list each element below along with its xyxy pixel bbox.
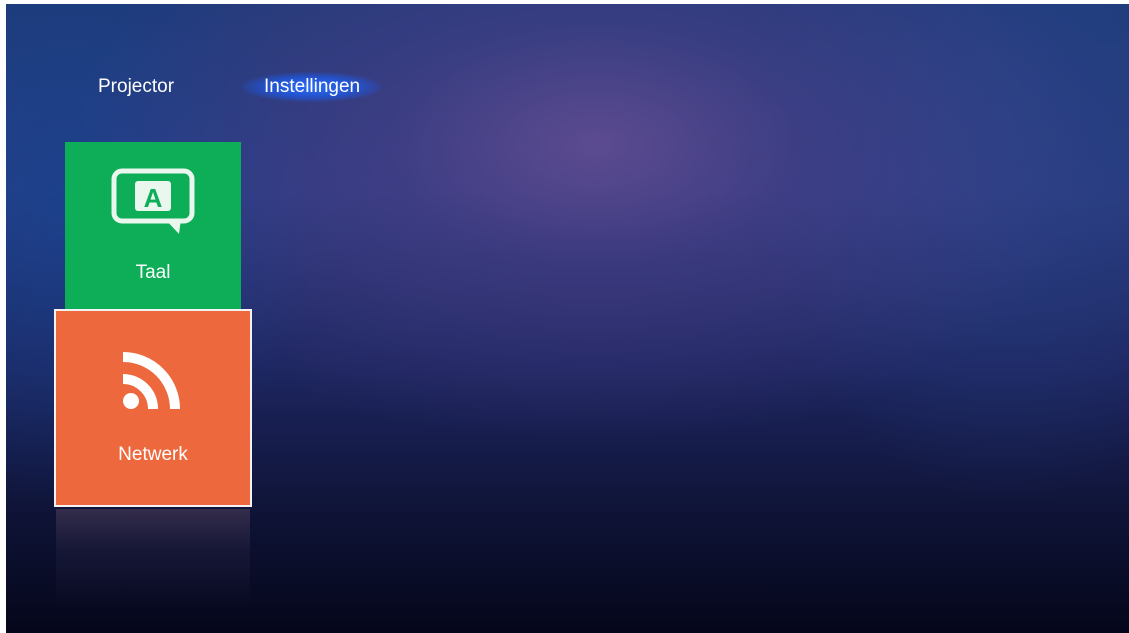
tab-instellingen[interactable]: Instellingen — [242, 72, 383, 102]
language-icon: A — [111, 168, 195, 234]
network-icon — [122, 352, 180, 410]
top-navigation: Projector Instellingen — [6, 4, 1129, 124]
network-tile[interactable]: Netwerk — [54, 309, 252, 507]
language-tile-label: Taal — [135, 262, 171, 283]
network-tile-label: Netwerk — [118, 444, 188, 465]
projector-settings-screen: Projector Instellingen A Taal Netwerk — [6, 4, 1129, 633]
language-tile[interactable]: A Taal — [65, 142, 241, 312]
tab-projector[interactable]: Projector — [98, 72, 174, 102]
svg-text:A: A — [144, 183, 163, 213]
tile-reflection — [56, 509, 250, 609]
